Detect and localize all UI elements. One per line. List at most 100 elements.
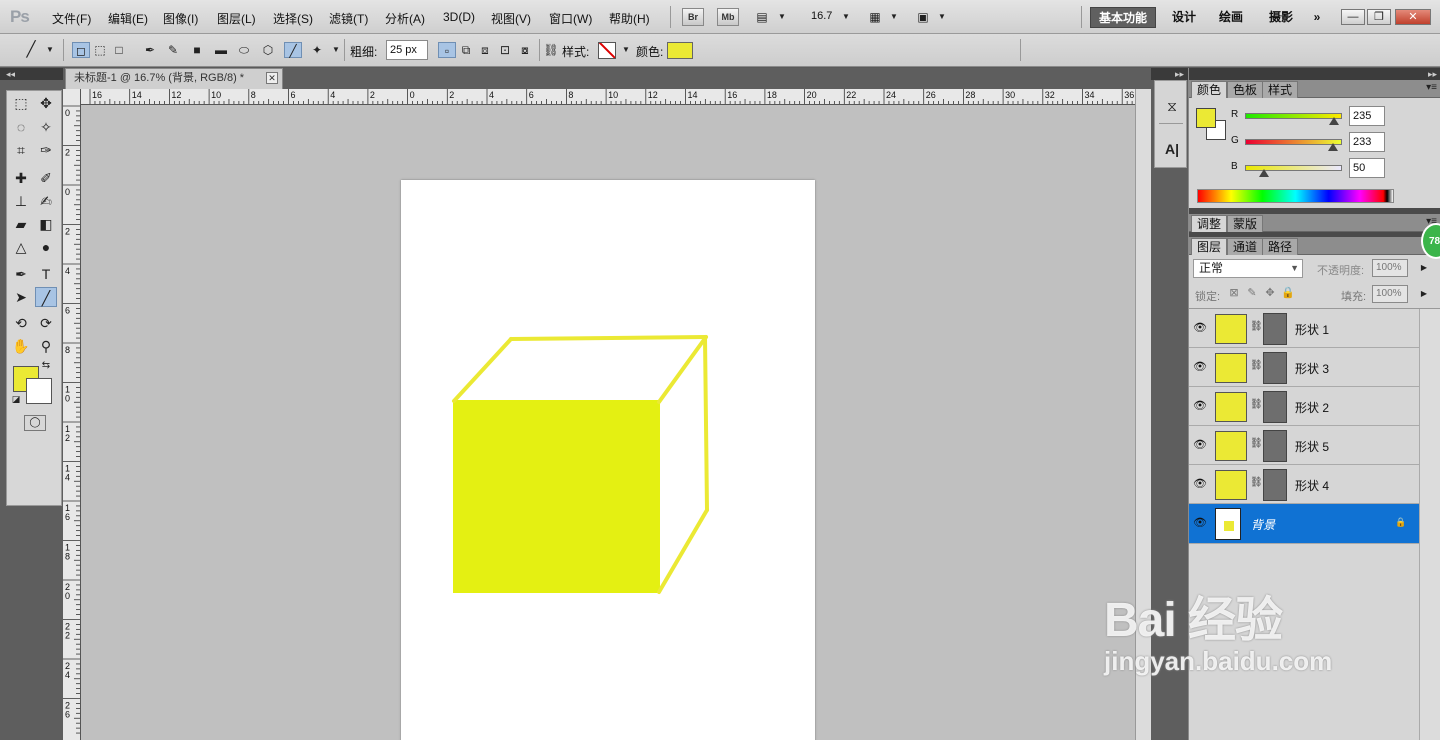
tab-adjustments[interactable]: 调整: [1191, 215, 1228, 232]
green-slider-knob[interactable]: [1328, 143, 1339, 151]
line-icon[interactable]: ╱: [284, 42, 302, 58]
panel-collapse-icon[interactable]: ▸▸: [1189, 68, 1440, 80]
shape-color-swatch[interactable]: [667, 42, 693, 59]
tab-swatches[interactable]: 色板: [1227, 81, 1264, 98]
clone-stamp-icon[interactable]: ⊥: [10, 191, 32, 211]
layer-name[interactable]: 形状 1: [1295, 321, 1329, 338]
dodge-tool-icon[interactable]: ●: [35, 237, 57, 257]
tab-channels[interactable]: 通道: [1227, 238, 1264, 255]
tab-masks[interactable]: 蒙版: [1227, 215, 1264, 232]
eyedropper-icon[interactable]: ✑: [35, 140, 57, 160]
tab-layers[interactable]: 图层: [1191, 238, 1228, 255]
color-panel-foreground-swatch[interactable]: [1196, 108, 1216, 128]
eye-icon[interactable]: 👁: [1193, 360, 1207, 374]
chevron-down-icon[interactable]: ▼: [773, 9, 791, 25]
layer-row[interactable]: 👁 ⛓ 形状 5: [1189, 426, 1419, 465]
blend-mode-select[interactable]: 正常 ▼: [1193, 259, 1303, 278]
layer-row[interactable]: 👁 ⛓ 形状 3: [1189, 348, 1419, 387]
arrange-documents-icon[interactable]: ▦: [866, 9, 884, 25]
lock-pixels-icon[interactable]: ✎: [1245, 285, 1259, 301]
brush-tool-icon[interactable]: ✐: [35, 168, 57, 188]
workspace-design[interactable]: 设计: [1166, 7, 1202, 28]
freeform-pen-icon[interactable]: ✎: [164, 42, 182, 58]
restore-icon[interactable]: ❐: [1367, 9, 1391, 25]
chevron-right-icon[interactable]: ▶: [1419, 286, 1429, 302]
ellipse-icon[interactable]: ⬭: [235, 42, 253, 58]
color-spectrum-bar[interactable]: [1197, 189, 1394, 203]
add-to-shape-icon[interactable]: ⧉: [457, 42, 475, 58]
polygon-icon[interactable]: ⬡: [259, 42, 277, 58]
line-tool-icon[interactable]: ╱: [35, 287, 57, 307]
move-tool-icon[interactable]: ✥: [35, 93, 57, 113]
minimize-icon[interactable]: —: [1341, 9, 1365, 25]
weight-input[interactable]: 25 px: [386, 40, 428, 60]
link-icon[interactable]: ⛓: [542, 42, 560, 58]
lock-position-icon[interactable]: ✥: [1263, 285, 1277, 301]
quick-mask-icon[interactable]: ◯: [24, 415, 46, 431]
canvas-area[interactable]: [81, 105, 1135, 740]
menu-select[interactable]: 选择(S): [273, 10, 313, 27]
tab-paths[interactable]: 路径: [1262, 238, 1299, 255]
menu-filter[interactable]: 滤镜(T): [329, 10, 368, 27]
tab-color[interactable]: 颜色: [1191, 81, 1228, 98]
dock-expand-icon[interactable]: ▸▸: [1151, 68, 1188, 80]
cube-edge-top-right[interactable]: [657, 335, 708, 404]
mini-bridge-button[interactable]: Mb: [717, 8, 739, 26]
blur-tool-icon[interactable]: △: [10, 237, 32, 257]
canvas-scrollbar[interactable]: [1135, 89, 1151, 740]
chevron-down-icon[interactable]: ▼: [933, 9, 951, 25]
zoom-tool-icon[interactable]: ⚲: [35, 336, 57, 356]
opacity-input[interactable]: 100%: [1372, 259, 1408, 277]
chevron-down-icon[interactable]: ▼: [837, 9, 855, 25]
blue-slider-knob[interactable]: [1259, 169, 1270, 177]
shape-layers-icon[interactable]: ◻: [72, 42, 90, 58]
cube-edge-back-vertical[interactable]: [703, 335, 709, 512]
menu-window[interactable]: 窗口(W): [549, 10, 592, 27]
cube-front-face[interactable]: [453, 400, 660, 593]
style-swatch[interactable]: [598, 42, 616, 59]
subtract-shape-icon[interactable]: ⧈: [476, 42, 494, 58]
menu-image[interactable]: 图像(I): [163, 10, 198, 27]
intersect-shape-icon[interactable]: ⊡: [496, 42, 514, 58]
chevron-down-icon[interactable]: ▼: [885, 9, 903, 25]
chevron-right-icon[interactable]: ▶: [1419, 260, 1429, 276]
layer-name[interactable]: 形状 3: [1295, 360, 1329, 377]
green-value-input[interactable]: 233: [1349, 132, 1385, 152]
workspace-painting[interactable]: 绘画: [1213, 7, 1249, 28]
eye-icon[interactable]: 👁: [1193, 438, 1207, 452]
chevron-down-icon[interactable]: ▼: [617, 42, 635, 58]
layer-name[interactable]: 形状 2: [1295, 399, 1329, 416]
history-panel-icon[interactable]: ⧖: [1161, 95, 1183, 117]
eye-icon[interactable]: 👁: [1193, 516, 1207, 530]
red-slider-knob[interactable]: [1329, 117, 1340, 125]
menu-help[interactable]: 帮助(H): [609, 10, 650, 27]
default-colors-icon[interactable]: ◪: [10, 393, 22, 405]
layer-row-selected[interactable]: 👁 背景 🔒: [1189, 504, 1419, 544]
blue-value-input[interactable]: 50: [1349, 158, 1385, 178]
menu-analysis[interactable]: 分析(A): [385, 10, 425, 27]
vertical-ruler[interactable]: 0202468101214161820222426: [63, 89, 81, 740]
custom-shape-icon[interactable]: ✦: [308, 42, 326, 58]
rounded-rectangle-icon[interactable]: ▬: [212, 42, 230, 58]
lasso-tool-icon[interactable]: ◌: [10, 117, 32, 137]
panel-collapse-icon[interactable]: ◂◂: [0, 68, 63, 80]
type-tool-icon[interactable]: T: [35, 264, 57, 284]
exclude-shape-icon[interactable]: ⧇: [516, 42, 534, 58]
layers-scrollbar[interactable]: [1419, 309, 1440, 740]
chevron-down-icon[interactable]: ▼: [41, 42, 59, 58]
close-document-icon[interactable]: ✕: [266, 72, 278, 84]
menu-file[interactable]: 文件(F): [52, 10, 91, 27]
fill-input[interactable]: 100%: [1372, 285, 1408, 303]
tab-styles[interactable]: 样式: [1262, 81, 1299, 98]
gradient-tool-icon[interactable]: ◧: [35, 214, 57, 234]
cube-edge-top-back[interactable]: [509, 335, 708, 341]
background-color-swatch[interactable]: [26, 378, 52, 404]
workspace-essentials[interactable]: 基本功能: [1090, 7, 1156, 28]
view-extras-icon[interactable]: ▤: [753, 9, 771, 25]
cube-edge-top-left[interactable]: [452, 337, 513, 403]
panel-menu-icon[interactable]: ▾≡: [1426, 82, 1437, 93]
screen-mode-icon[interactable]: ▣: [914, 9, 932, 25]
lock-all-icon[interactable]: 🔒: [1281, 285, 1295, 301]
eye-icon[interactable]: 👁: [1193, 399, 1207, 413]
3d-rotate-icon[interactable]: ⟲: [10, 313, 32, 333]
